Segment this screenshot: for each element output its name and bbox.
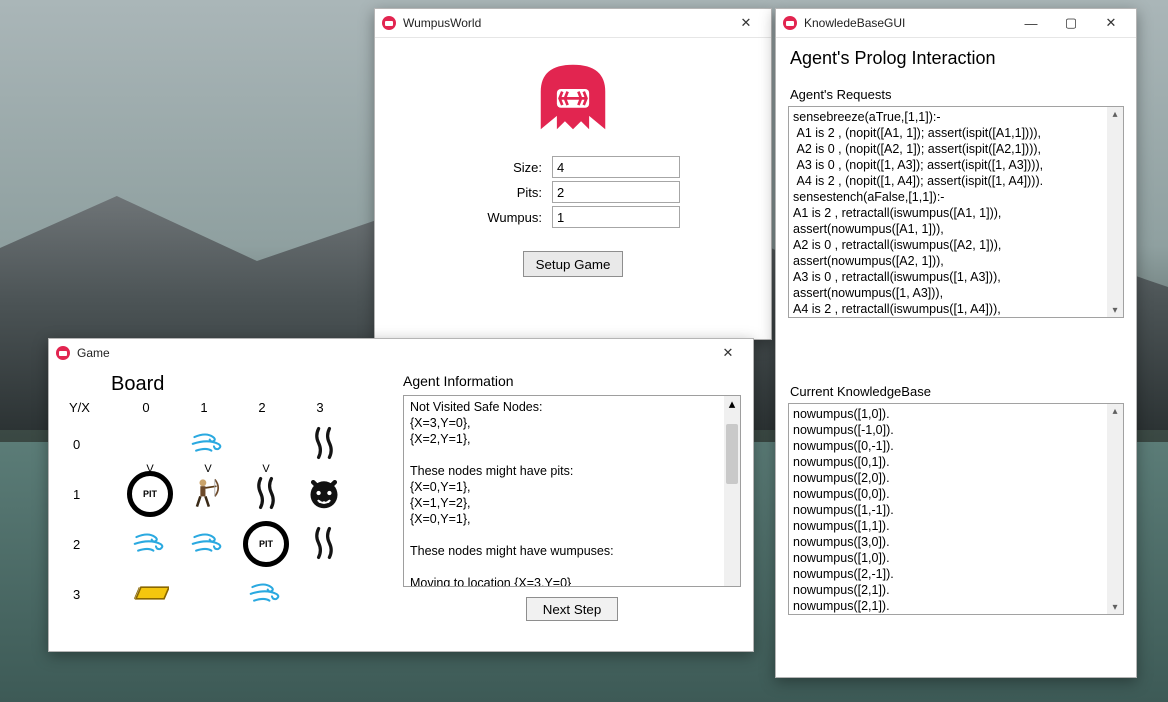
minimize-icon[interactable]: — — [1012, 9, 1050, 37]
cell-3-2 — [237, 569, 295, 619]
row-3: 3 — [69, 587, 121, 602]
yx-label: Y/X — [69, 400, 90, 415]
gold-icon — [131, 582, 169, 607]
breeze-icon — [133, 529, 167, 560]
scrollbar[interactable]: ▴▾ — [1107, 404, 1123, 614]
next-step-button[interactable]: Next Step — [526, 597, 618, 621]
breeze-icon — [249, 579, 283, 610]
board-row: 1 V PIT V V — [69, 469, 399, 519]
cell-2-1 — [179, 519, 237, 569]
scrollbar[interactable]: ▴ — [724, 396, 740, 586]
cell-3-3 — [295, 569, 353, 619]
title-bar[interactable]: KnowledeBaseGUI — ▢ ✕ — [776, 9, 1136, 38]
window-title: Game — [77, 346, 110, 360]
cell-3-1 — [179, 569, 237, 619]
pits-input[interactable] — [552, 181, 680, 203]
row-2: 2 — [69, 537, 121, 552]
board-row: 3 — [69, 569, 399, 619]
visited-marker: V — [204, 463, 211, 475]
game-window: Game ✕ Board Y/X 0 1 2 3 0 — [48, 338, 754, 652]
column-headers: 0 1 2 3 — [117, 400, 399, 415]
stench-icon — [311, 525, 337, 564]
cell-0-1 — [179, 419, 237, 469]
requests-content: sensebreeze(aTrue,[1,1]):- A1 is 2 , (no… — [789, 107, 1107, 317]
window-title: WumpusWorld — [403, 16, 481, 30]
cell-3-0 — [121, 569, 179, 619]
row-1: 1 — [69, 487, 121, 502]
cell-1-0: V PIT — [121, 469, 179, 519]
agent-info-textarea[interactable]: Not Visited Safe Nodes: {X=3,Y=0}, {X=2,… — [403, 395, 741, 587]
wumpus-face-icon — [306, 475, 342, 514]
row-0: 0 — [69, 437, 121, 452]
board-row: 0 — [69, 419, 399, 469]
cell-1-2: V — [237, 469, 295, 519]
archer-icon — [191, 473, 225, 516]
wumpus-logo-icon — [530, 54, 616, 143]
col-3: 3 — [291, 400, 349, 415]
kb-textarea[interactable]: nowumpus([1,0]). nowumpus([-1,0]). nowum… — [788, 403, 1124, 615]
title-bar[interactable]: WumpusWorld ✕ — [375, 9, 771, 38]
board-heading: Board — [111, 373, 399, 396]
knowledgebase-window: KnowledeBaseGUI — ▢ ✕ Agent's Prolog Int… — [775, 8, 1137, 678]
size-input[interactable] — [552, 156, 680, 178]
cell-1-3 — [295, 469, 353, 519]
cell-1-1: V — [179, 469, 237, 519]
wumpusworld-window: WumpusWorld ✕ Size: Pits: Wumpus: Setup … — [374, 8, 772, 340]
kb-content: nowumpus([1,0]). nowumpus([-1,0]). nowum… — [789, 404, 1107, 614]
col-1: 1 — [175, 400, 233, 415]
close-icon[interactable]: ✕ — [1092, 9, 1130, 37]
info-heading: Agent Information — [403, 373, 741, 389]
requests-textarea[interactable]: sensebreeze(aTrue,[1,1]):- A1 is 2 , (no… — [788, 106, 1124, 318]
title-bar[interactable]: Game ✕ — [49, 339, 753, 367]
app-icon — [55, 345, 71, 361]
pit-icon: PIT — [243, 521, 289, 567]
scrollbar[interactable]: ▴▾ — [1107, 107, 1123, 317]
cell-0-3 — [295, 419, 353, 469]
wumpus-input[interactable] — [552, 206, 680, 228]
pit-icon: PIT — [127, 471, 173, 517]
stench-icon — [311, 425, 337, 464]
wumpus-label: Wumpus: — [466, 210, 552, 225]
setup-game-button[interactable]: Setup Game — [523, 251, 623, 277]
cell-0-2 — [237, 419, 295, 469]
cell-2-0 — [121, 519, 179, 569]
window-title: KnowledeBaseGUI — [804, 16, 905, 30]
info-pane: Agent Information Not Visited Safe Nodes… — [403, 371, 741, 651]
col-2: 2 — [233, 400, 291, 415]
cell-2-2: PIT — [237, 519, 295, 569]
maximize-icon[interactable]: ▢ — [1052, 9, 1090, 37]
board-pane: Board Y/X 0 1 2 3 0 — [69, 371, 399, 651]
close-icon[interactable]: ✕ — [709, 339, 747, 367]
pits-label: Pits: — [466, 185, 552, 200]
breeze-icon — [191, 529, 225, 560]
cell-0-0 — [121, 419, 179, 469]
agent-info-content: Not Visited Safe Nodes: {X=3,Y=0}, {X=2,… — [404, 396, 724, 586]
kb-label: Current KnowledgeBase — [790, 384, 1122, 399]
size-label: Size: — [466, 160, 552, 175]
app-icon — [381, 15, 397, 31]
stench-icon — [253, 475, 279, 514]
visited-marker: V — [146, 463, 153, 475]
cell-2-3 — [295, 519, 353, 569]
requests-label: Agent's Requests — [790, 87, 1122, 102]
close-icon[interactable]: ✕ — [727, 9, 765, 37]
visited-marker: V — [262, 463, 269, 475]
app-icon — [782, 15, 798, 31]
board-row: 2 PIT — [69, 519, 399, 569]
breeze-icon — [191, 429, 225, 460]
col-0: 0 — [117, 400, 175, 415]
page-title: Agent's Prolog Interaction — [790, 48, 1122, 69]
